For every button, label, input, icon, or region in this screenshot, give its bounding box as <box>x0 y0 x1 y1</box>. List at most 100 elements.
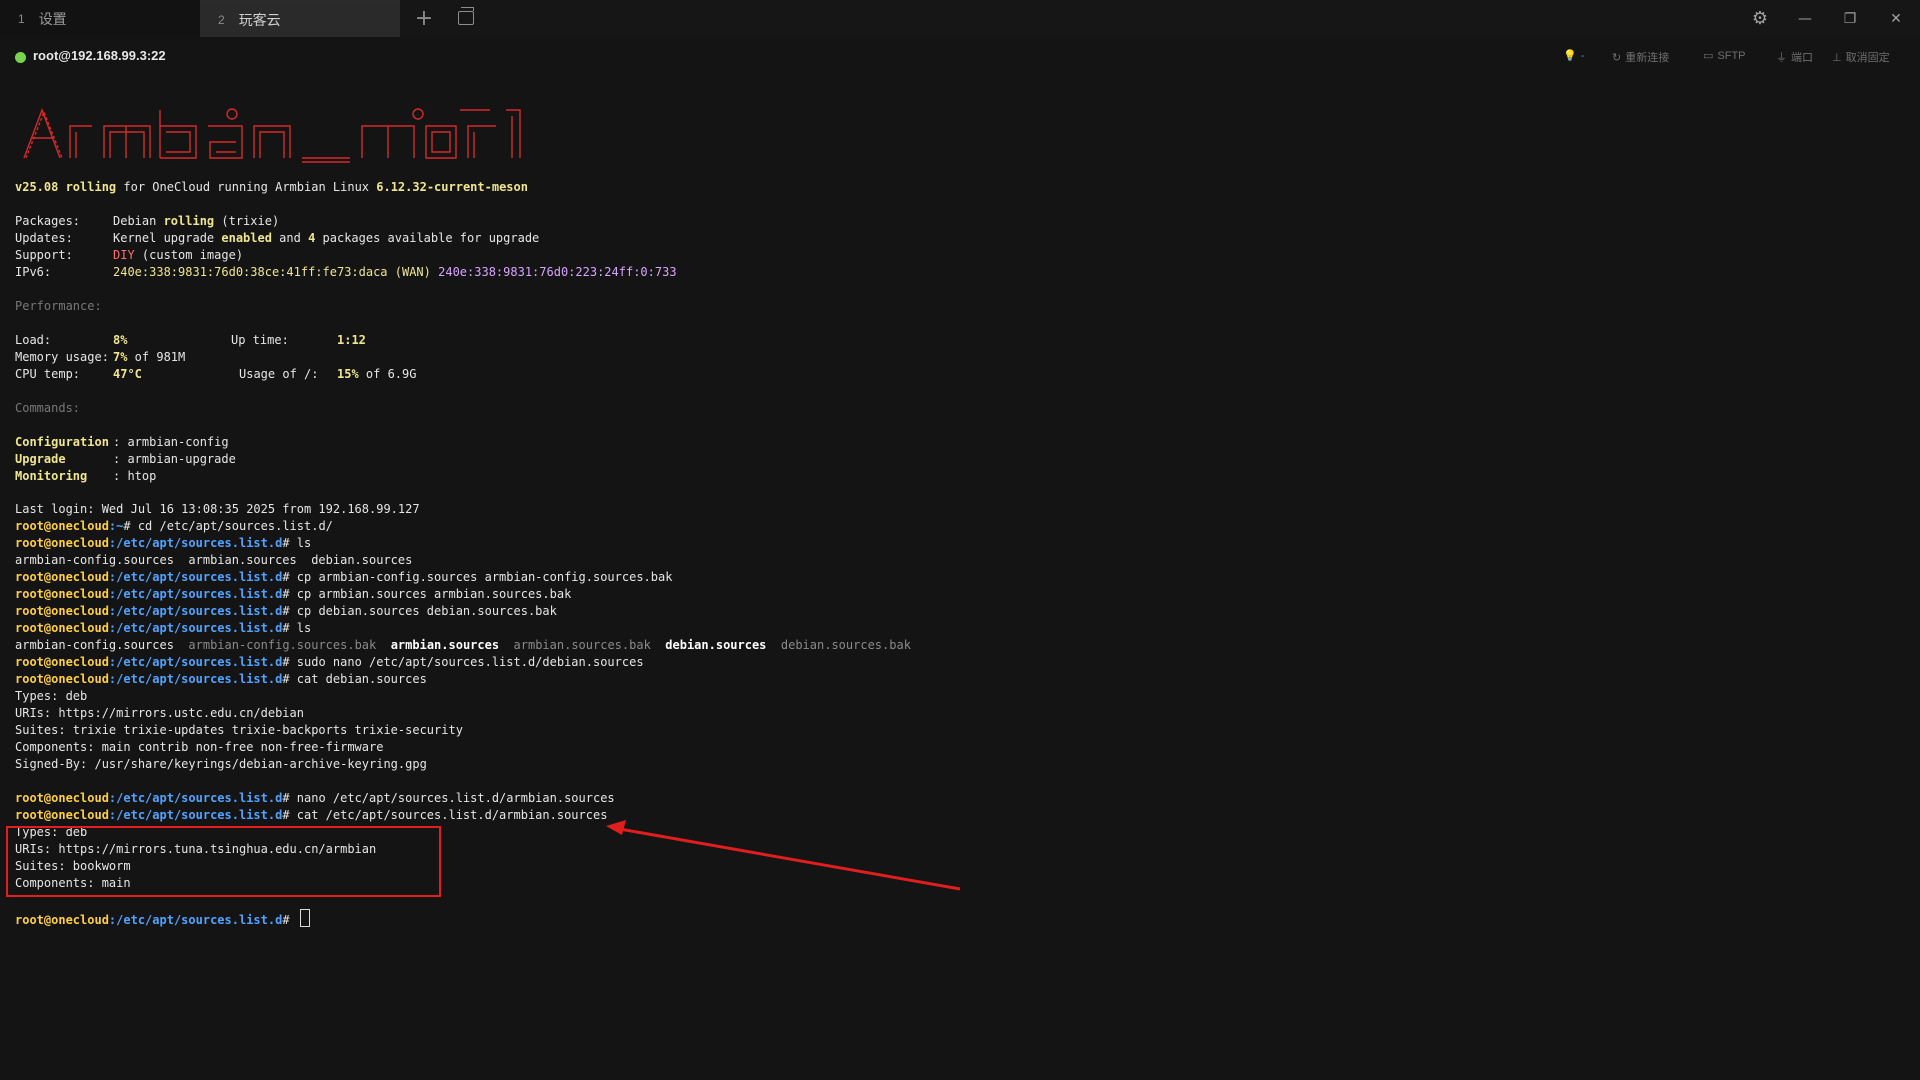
command-name: Configuration <box>15 435 109 449</box>
packages-rolling: rolling <box>163 214 215 228</box>
highlight-box <box>6 826 441 897</box>
prompt-hash: # <box>282 536 297 550</box>
command-text: cp armbian-config.sources armbian-config… <box>296 570 673 584</box>
version: v25.08 rolling <box>15 180 117 194</box>
file-name: debian.sources <box>665 638 767 652</box>
packages-label: Packages: <box>15 214 81 228</box>
prompt-path: :/etc/apt/sources.list.d <box>108 808 283 822</box>
updates-rest: packages available for upgrade <box>315 231 540 245</box>
updates-text: Kernel upgrade <box>113 231 222 245</box>
command-text: cat debian.sources <box>296 672 427 686</box>
prompt-user: root@onecloud <box>15 808 109 822</box>
window-list-icon[interactable] <box>458 7 474 25</box>
pin-icon: ⊥ <box>1832 50 1842 64</box>
cpu-value: 47°C <box>113 367 142 381</box>
command-value: : armbian-upgrade <box>113 452 236 466</box>
prompt-line: root@onecloud:~# cd /etc/apt/sources.lis… <box>15 518 333 535</box>
memory-value: 7% <box>113 350 128 364</box>
sftp-button[interactable]: ▭ SFTP <box>1703 49 1746 62</box>
prompt-user: root@onecloud <box>15 536 109 550</box>
prompt-line: root@onecloud:/etc/apt/sources.list.d# n… <box>15 790 615 807</box>
prompt-line: root@onecloud:/etc/apt/sources.list.d# c… <box>15 569 672 586</box>
tab-number: 2 <box>218 12 225 27</box>
kernel: 6.12.32-current-meson <box>376 180 528 194</box>
unpin-button[interactable]: ⊥ 取消固定 <box>1832 49 1890 65</box>
prompt-hash: # <box>282 604 297 618</box>
uptime-label: Up time: <box>231 333 289 347</box>
arrow-head <box>606 820 626 835</box>
command-text: cp armbian.sources armbian.sources.bak <box>296 587 572 601</box>
prompt-path: :/etc/apt/sources.list.d <box>108 621 283 635</box>
commands-heading: Commands: <box>15 401 81 415</box>
cpu-label: CPU temp: <box>15 367 81 381</box>
usage-value: 15% <box>337 367 359 381</box>
bulb-icon: 💡 <box>1563 49 1577 62</box>
prompt-user: root@onecloud <box>15 621 109 635</box>
port-button[interactable]: ⏚ 端口 <box>1776 49 1813 65</box>
command-name: Monitoring <box>15 469 88 483</box>
prompt-line: root@onecloud:/etc/apt/sources.list.d# c… <box>15 603 557 620</box>
arrow-shaft <box>613 826 961 891</box>
prompt-user: root@onecloud <box>15 672 109 686</box>
port-label: 端口 <box>1791 52 1813 64</box>
bulb-button[interactable]: 💡 - <box>1563 49 1584 62</box>
file-name: armbian-config.sources <box>15 638 174 652</box>
command-config-line: Configuration : armbian-config <box>15 434 229 451</box>
prompt-hash: # <box>282 808 297 822</box>
updates-line: Updates: Kernel upgrade enabled and 4 pac… <box>15 230 539 247</box>
ls-output-line: armbian-config.sources armbian-config.so… <box>15 637 911 654</box>
load-value: 8% <box>113 333 128 347</box>
command-value: : armbian-config <box>113 435 229 449</box>
gear-icon[interactable]: ⚙ <box>1740 0 1780 37</box>
ipv6-wan: 240e:338:9831:76d0:38ce:41ff:fe73:daca (… <box>113 265 431 279</box>
output-line: Types: deb <box>15 689 88 703</box>
terminal-cursor <box>299 909 310 927</box>
usage-label: Usage of /: <box>239 367 319 381</box>
support-diy: DIY <box>113 248 135 262</box>
tab-settings[interactable]: 1 设置 <box>0 0 200 37</box>
last-login-line: Last login: Wed Jul 16 13:08:35 2025 fro… <box>15 502 420 516</box>
command-text: cd /etc/apt/sources.list.d/ <box>137 519 333 533</box>
packages-suite: (trixie) <box>214 214 280 228</box>
reconnect-label: 重新连接 <box>1625 52 1670 64</box>
minimize-button[interactable]: — <box>1785 0 1825 37</box>
prompt-line: root@onecloud:/etc/apt/sources.list.d# c… <box>15 586 571 603</box>
for-text: for OneCloud running Armbian Linux <box>116 180 377 194</box>
annotation-arrow <box>606 820 961 891</box>
tab-onecloud[interactable]: 2 玩客云 <box>200 0 400 37</box>
refresh-icon: ↻ <box>1612 50 1622 64</box>
command-text: cp debian.sources debian.sources.bak <box>296 604 557 618</box>
prompt-path: :/etc/apt/sources.list.d <box>108 587 283 601</box>
file-name: debian.sources.bak <box>780 638 911 652</box>
memory-line: Memory usage: 7% of 981M <box>15 349 185 366</box>
current-prompt-line[interactable]: root@onecloud:/etc/apt/sources.list.d# <box>15 909 310 929</box>
close-button[interactable]: ✕ <box>1876 0 1916 37</box>
maximize-button[interactable]: ❐ <box>1830 0 1870 37</box>
load-label: Load: <box>15 333 52 347</box>
output-line: Components: main contrib non-free non-fr… <box>15 740 384 754</box>
plug-icon: ⏚ <box>1776 51 1787 64</box>
support-line: Support: DIY (custom image) <box>15 247 243 264</box>
prompt-user: root@onecloud <box>15 570 109 584</box>
session-header: root@192.168.99.3:22 💡 - ↻ 重新连接 ▭ SFTP ⏚ 端口 … <box>0 45 1920 69</box>
performance-heading: Performance: <box>15 299 102 313</box>
reconnect-button[interactable]: ↻ 重新连接 <box>1612 49 1669 65</box>
folder-icon: ▭ <box>1703 49 1714 62</box>
ls-output-line: armbian-config.sources armbian.sources d… <box>15 553 413 567</box>
armbian-banner-logo <box>23 108 521 163</box>
title-bar: 1 设置 2 玩客云 + ⚙ — ❐ ✕ <box>0 0 1920 37</box>
prompt-path: :~ <box>108 519 124 533</box>
prompt-user: root@onecloud <box>15 913 109 927</box>
command-name: Upgrade <box>15 452 66 466</box>
new-tab-button[interactable]: + <box>412 0 436 37</box>
connection-status-icon <box>15 52 26 63</box>
tab-number: 1 <box>18 11 25 26</box>
prompt-path: :/etc/apt/sources.list.d <box>108 655 283 669</box>
unpin-label: 取消固定 <box>1845 52 1890 64</box>
ipv6-label: IPv6: <box>15 265 52 279</box>
prompt-line: root@onecloud:/etc/apt/sources.list.d# l… <box>15 620 311 637</box>
load-line: Load: 8% Up time: 1:12 <box>15 332 366 349</box>
support-rest: (custom image) <box>134 248 244 262</box>
prompt-line: root@onecloud:/etc/apt/sources.list.d# s… <box>15 654 644 671</box>
file-name: armbian-config.sources.bak <box>188 638 377 652</box>
